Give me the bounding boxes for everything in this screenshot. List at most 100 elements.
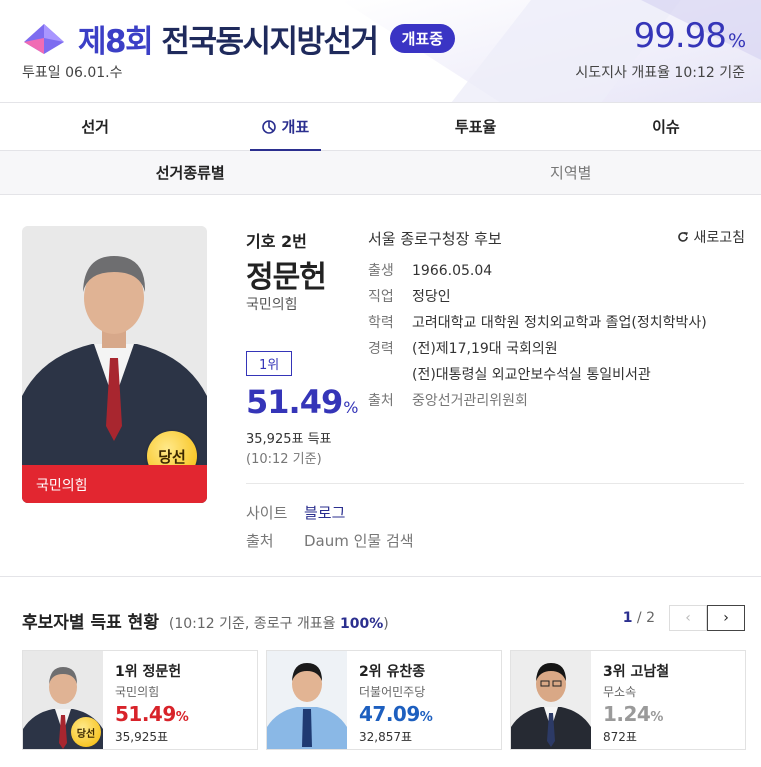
subtab-by-region[interactable]: 지역별 bbox=[381, 151, 761, 194]
results-title: 후보자별 득표 현황 (10:12 기준, 종로구 개표율 100%) bbox=[22, 608, 389, 633]
card-percent-unit: % bbox=[419, 710, 433, 725]
election-name: 전국동시지방선거 bbox=[161, 24, 379, 60]
card-percent: 47.09% bbox=[359, 702, 433, 726]
card-rank-name: 3위 고남철 bbox=[603, 661, 669, 681]
card-info: 1위 정문헌 국민의힘 51.49% 35,925표 bbox=[115, 661, 189, 745]
info-key: 학력 bbox=[368, 315, 394, 331]
candidate-card[interactable]: 3위 고남철 무소속 1.24% 872표 bbox=[510, 650, 746, 750]
winner-badge-small: 당선 bbox=[71, 717, 101, 747]
card-percent: 51.49% bbox=[115, 702, 189, 726]
page-current: 1 bbox=[622, 610, 633, 626]
photo-party-bar: 국민의힘 bbox=[22, 465, 207, 503]
card-info: 2위 유찬종 더불어민주당 47.09% 32,857표 bbox=[359, 661, 433, 745]
tab-label: 이슈 bbox=[652, 118, 680, 136]
tab-turnout[interactable]: 투표율 bbox=[381, 103, 571, 150]
candidate-name: 정문헌 bbox=[246, 260, 327, 295]
info-value: 정당인 bbox=[412, 289, 451, 305]
info-value: 고려대학교 대학원 정치외교학과 졸업(정치학박사) bbox=[412, 315, 707, 331]
section-separator bbox=[0, 576, 761, 577]
card-percent: 1.24% bbox=[603, 702, 669, 726]
chevron-left-icon: ‹ bbox=[685, 610, 691, 626]
tab-issues[interactable]: 이슈 bbox=[571, 103, 761, 150]
candidate-card[interactable]: 2위 유찬종 더불어민주당 47.09% 32,857표 bbox=[266, 650, 502, 750]
info-key: 출처 bbox=[368, 393, 394, 409]
results-note-suffix: ) bbox=[383, 616, 389, 632]
refresh-button[interactable]: 새로고침 bbox=[677, 227, 745, 247]
info-value: (전)제17,19대 국회의원 bbox=[412, 341, 558, 357]
results-note-rate: 100% bbox=[340, 616, 384, 632]
chevron-right-icon: › bbox=[723, 610, 729, 626]
info-divider bbox=[246, 483, 744, 484]
percent-value: 51.49 bbox=[246, 383, 343, 421]
subtab-label: 지역별 bbox=[550, 164, 592, 182]
card-rank: 3위 bbox=[603, 664, 626, 680]
card-votes: 32,857표 bbox=[359, 730, 413, 744]
card-party: 무소속 bbox=[603, 685, 637, 699]
info-row-career: 경력 (전)제17,19대 국회의원 bbox=[368, 336, 743, 362]
candidate-votes: 35,925표 득표 bbox=[246, 432, 332, 447]
candidate-photo-card: 당선 국민의힘 bbox=[22, 226, 207, 503]
card-party: 더불어민주당 bbox=[359, 685, 426, 699]
candidate-card[interactable]: 당선 1위 정문헌 국민의힘 51.49% 35,925표 bbox=[22, 650, 258, 750]
results-pager: 1 / 2 ‹ › bbox=[623, 605, 745, 631]
count-rate-note: 시도지사 개표율 10:12 기준 bbox=[575, 65, 745, 81]
card-name: 고남철 bbox=[630, 664, 670, 680]
candidate-percent: 51.49% bbox=[246, 383, 358, 421]
election-header: 제8회 전국동시지방선거 개표중 투표일 06.01.수 99.98% 시도지사… bbox=[0, 0, 761, 103]
title-wrap: 제8회 전국동시지방선거 개표중 bbox=[78, 16, 455, 61]
tab-label: 투표율 bbox=[454, 118, 497, 136]
card-percent-value: 47.09 bbox=[359, 702, 420, 726]
info-key: 직업 bbox=[368, 289, 394, 305]
election-round: 제8회 bbox=[78, 24, 154, 60]
results-note-prefix: (10:12 기준, 종로구 개표율 bbox=[168, 616, 336, 632]
tab-count[interactable]: 개표 bbox=[190, 103, 380, 151]
card-rank-name: 2위 유찬종 bbox=[359, 661, 432, 681]
count-rate-unit: % bbox=[727, 30, 746, 52]
card-photo: 당선 bbox=[23, 651, 103, 749]
candidate-thumbnail bbox=[267, 651, 347, 749]
candidate-party: 국민의힘 bbox=[246, 297, 298, 313]
vote-date: 투표일 06.01.수 bbox=[22, 65, 123, 81]
source-value: Daum 인물 검색 bbox=[304, 532, 414, 550]
card-rank: 1위 bbox=[115, 664, 138, 680]
site-key: 사이트 bbox=[246, 504, 288, 522]
blog-link[interactable]: 블로그 bbox=[304, 502, 345, 523]
source-row: 출처 Daum 인물 검색 bbox=[246, 530, 414, 551]
election-title: 제8회 전국동시지방선거 bbox=[78, 16, 379, 61]
results-note: (10:12 기준, 종로구 개표율 100%) bbox=[169, 616, 389, 632]
next-page-button[interactable]: › bbox=[707, 605, 745, 631]
source-key: 출처 bbox=[246, 532, 274, 550]
info-row-career-2: (전)대통령실 외교안보수석실 통일비서관 bbox=[368, 362, 743, 388]
info-key: 출생 bbox=[368, 263, 394, 279]
card-party: 국민의힘 bbox=[115, 685, 160, 699]
card-percent-unit: % bbox=[650, 710, 663, 725]
info-key: 경력 bbox=[368, 341, 394, 357]
sub-tabs: 선거종류별 지역별 bbox=[0, 151, 761, 195]
card-percent-value: 1.24 bbox=[603, 702, 651, 726]
page-count: 1 / 2 bbox=[623, 610, 655, 626]
prev-page-button[interactable]: ‹ bbox=[669, 605, 707, 631]
info-row-education: 학력 고려대학교 대학원 정치외교학과 졸업(정치학박사) bbox=[368, 310, 743, 336]
refresh-label: 새로고침 bbox=[693, 230, 745, 246]
info-key bbox=[368, 362, 412, 388]
page-total: / 2 bbox=[636, 610, 655, 626]
card-percent-unit: % bbox=[175, 710, 189, 725]
info-row-job: 직업 정당인 bbox=[368, 284, 743, 310]
tab-label: 선거 bbox=[81, 118, 109, 136]
tab-election[interactable]: 선거 bbox=[0, 103, 190, 150]
card-name: 정문헌 bbox=[142, 664, 182, 680]
card-rank: 2위 bbox=[359, 664, 382, 680]
info-value: 중앙선거관리위원회 bbox=[412, 393, 528, 409]
card-info: 3위 고남철 무소속 1.24% 872표 bbox=[603, 661, 669, 745]
live-badge: 개표중 bbox=[389, 24, 455, 53]
card-name: 유찬종 bbox=[386, 664, 426, 680]
subtab-label: 선거종류별 bbox=[155, 164, 225, 182]
info-value: (전)대통령실 외교안보수석실 통일비서관 bbox=[412, 367, 651, 383]
pie-chart-icon bbox=[261, 119, 276, 134]
card-votes: 872표 bbox=[603, 730, 637, 744]
ballot-logo-icon bbox=[24, 24, 64, 54]
subtab-by-type[interactable]: 선거종류별 bbox=[0, 151, 381, 194]
results-title-text: 후보자별 득표 현황 bbox=[22, 613, 159, 633]
card-percent-value: 51.49 bbox=[115, 702, 176, 726]
card-photo bbox=[511, 651, 591, 749]
